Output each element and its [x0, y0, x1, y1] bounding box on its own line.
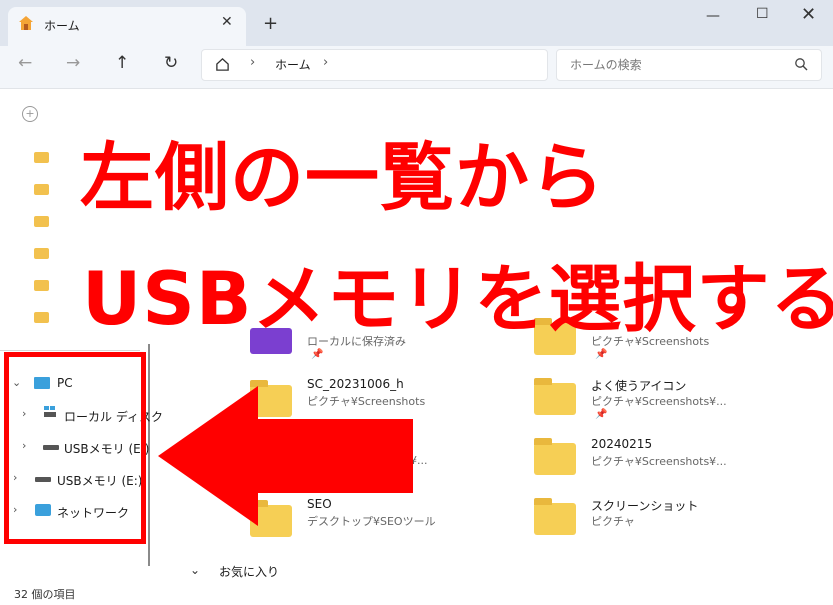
close-window-button[interactable]: ✕: [801, 4, 816, 25]
folder-icon[interactable]: [534, 498, 576, 535]
sidebar-folder-icon[interactable]: [34, 184, 49, 195]
arrow-left-icon: [158, 386, 413, 526]
search-placeholder: ホームの検索: [570, 58, 642, 72]
pin-icon: 📌: [595, 349, 608, 360]
sidebar-folder-icon[interactable]: [34, 248, 49, 259]
tile-subtitle: ピクチャ¥Screenshots¥...: [591, 455, 727, 468]
home-outline-icon[interactable]: [215, 57, 230, 72]
sidebar-folder-icon[interactable]: [34, 152, 49, 163]
tab-title: ホーム: [44, 19, 80, 33]
tab-close-icon[interactable]: ✕: [221, 14, 233, 30]
folder-icon[interactable]: [534, 438, 576, 475]
new-tab-button[interactable]: +: [263, 13, 278, 34]
refresh-button[interactable]: ↻: [164, 53, 178, 73]
sidebar-folder-icon[interactable]: [34, 216, 49, 227]
sidebar-divider: [0, 350, 140, 351]
tile-name[interactable]: スクリーンショット: [591, 497, 698, 514]
status-bar: [0, 584, 833, 605]
favorites-section-header[interactable]: お気に入り: [219, 563, 279, 580]
home-icon: [19, 16, 33, 30]
folder-icon[interactable]: [534, 378, 576, 415]
tile-subtitle: ピクチャ¥Screenshots¥...: [591, 395, 727, 408]
tile-name[interactable]: 20240215: [591, 437, 652, 451]
annotation-line-1: 左側の一覧から: [80, 135, 605, 221]
sidebar-folder-icon[interactable]: [34, 312, 49, 323]
highlight-box: [4, 352, 146, 544]
new-item-icon[interactable]: +: [22, 106, 38, 122]
breadcrumb-separator[interactable]: ›: [323, 55, 328, 70]
tile-subtitle: ピクチャ: [591, 515, 635, 528]
annotation-line-2: USBメモリを選択する: [82, 257, 833, 342]
tile-name[interactable]: よく使うアイコン: [591, 377, 686, 394]
forward-button[interactable]: →: [66, 53, 80, 73]
breadcrumb-home[interactable]: ホーム: [275, 56, 311, 73]
minimize-button[interactable]: —: [706, 8, 720, 24]
sidebar-folder-icon[interactable]: [34, 280, 49, 291]
pin-icon: 📌: [595, 409, 608, 420]
up-button[interactable]: ↑: [115, 53, 129, 73]
chevron-down-icon[interactable]: ⌄: [190, 563, 200, 577]
back-button[interactable]: ←: [18, 53, 32, 73]
item-count: 32 個の項目: [14, 588, 76, 601]
maximize-button[interactable]: ☐: [756, 6, 769, 22]
breadcrumb-separator: ›: [250, 55, 256, 70]
pin-icon: 📌: [311, 349, 324, 360]
search-icon[interactable]: [794, 57, 808, 71]
